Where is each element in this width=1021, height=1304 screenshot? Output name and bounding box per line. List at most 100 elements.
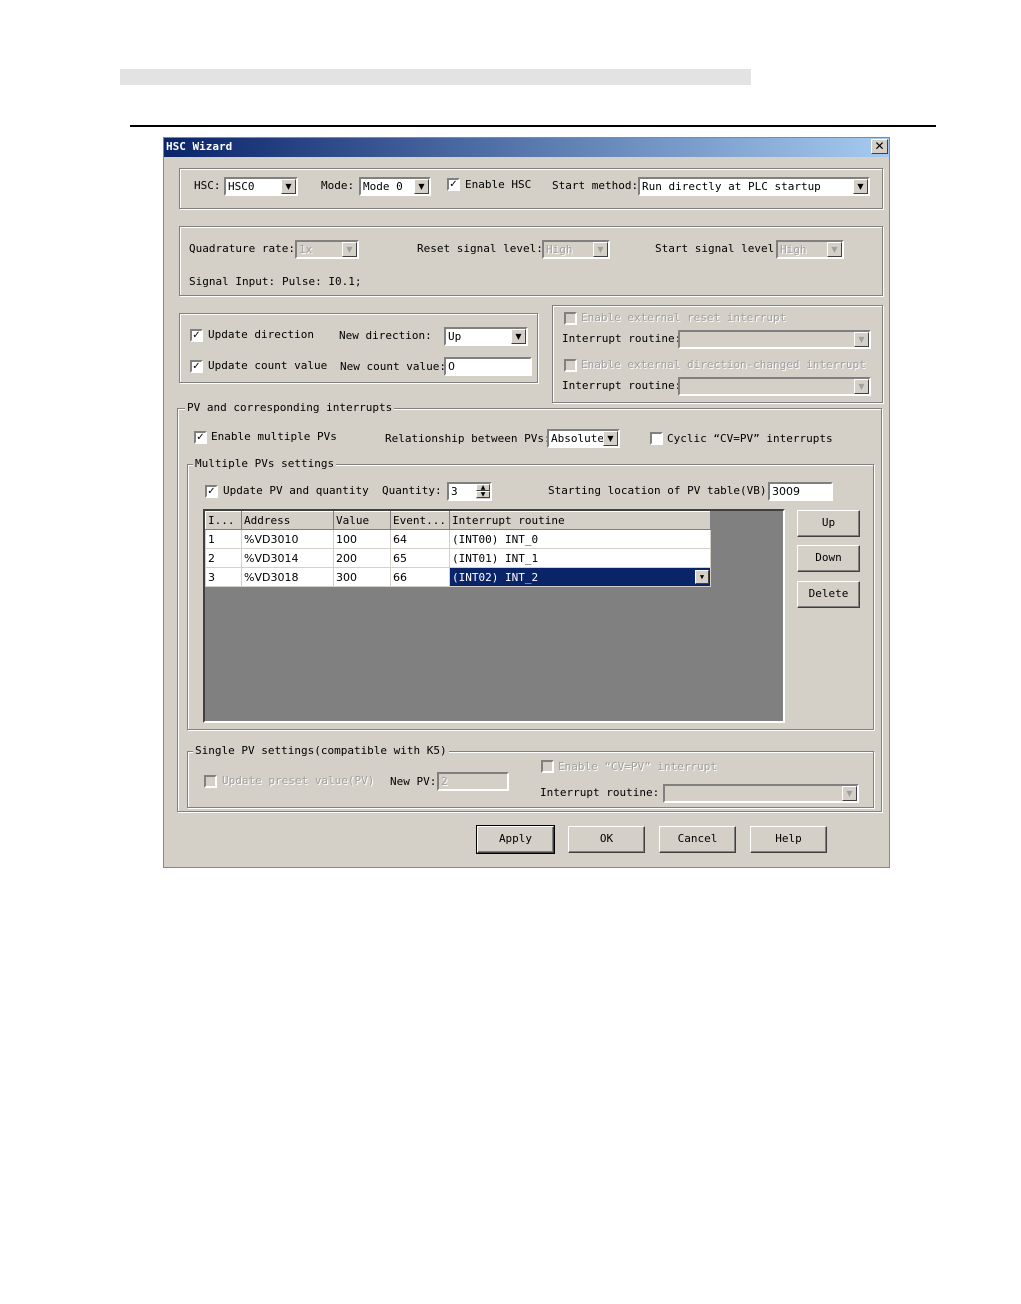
row-value[interactable]: 200 bbox=[333, 548, 391, 568]
chevron-down-icon: ▼ bbox=[842, 786, 857, 801]
direction-panel: ✓ Update direction New direction: Up ▼ ✓… bbox=[179, 313, 538, 383]
column-header-value[interactable]: Value bbox=[333, 511, 391, 530]
enable-multiple-pvs-label: Enable multiple PVs bbox=[211, 430, 337, 443]
document-header-bar bbox=[120, 69, 751, 85]
reset-level-select[interactable]: High ▼ bbox=[542, 240, 610, 259]
single-pv-group: Single PV settings(compatible with K5) U… bbox=[187, 744, 874, 808]
spin-down-icon[interactable]: ▼ bbox=[476, 491, 490, 498]
enable-hsc-label: Enable HSC bbox=[465, 178, 532, 191]
apply-button[interactable]: Apply bbox=[476, 825, 555, 854]
row-index[interactable]: 1 bbox=[205, 529, 242, 549]
quadrature-select[interactable]: 1x ▼ bbox=[295, 240, 359, 259]
row-routine-text: (INT02) INT_2 bbox=[452, 570, 539, 584]
table-row[interactable]: 2 %VD3014 200 65 (INT01) INT_1 bbox=[205, 548, 711, 568]
start-level-value: High bbox=[780, 243, 807, 256]
enable-multiple-pvs-checkbox[interactable]: ✓ bbox=[194, 431, 207, 444]
new-pv-label: New PV: bbox=[390, 775, 437, 788]
reset-level-value: High bbox=[546, 243, 573, 256]
cyclic-interrupt-checkbox[interactable] bbox=[650, 432, 663, 445]
new-direction-select[interactable]: Up ▼ bbox=[444, 327, 528, 346]
new-pv-value: 2 bbox=[441, 775, 448, 788]
enable-cv-interrupt-checkbox[interactable] bbox=[541, 760, 554, 773]
relationship-select[interactable]: Absolute ▼ bbox=[547, 429, 620, 448]
row-address[interactable]: %VD3014 bbox=[241, 548, 334, 568]
ok-button[interactable]: OK bbox=[568, 826, 645, 853]
row-routine-selected[interactable]: (INT02) INT_2 ▼ bbox=[449, 567, 711, 587]
row-index[interactable]: 2 bbox=[205, 548, 242, 568]
enable-hsc-checkbox[interactable]: ✓ bbox=[447, 178, 460, 191]
update-pv-checkbox[interactable]: ✓ bbox=[205, 485, 218, 498]
down-button[interactable]: Down bbox=[797, 545, 860, 572]
enable-direction-interrupt-label: Enable external direction-changed interr… bbox=[581, 358, 866, 371]
signal-input-label: Signal Input: bbox=[189, 275, 276, 288]
column-header-index[interactable]: I... bbox=[205, 511, 242, 530]
chevron-down-icon[interactable]: ▼ bbox=[695, 570, 709, 584]
enable-direction-interrupt-checkbox[interactable] bbox=[564, 359, 577, 372]
close-icon[interactable]: ✕ bbox=[871, 139, 888, 154]
update-preset-label: Update preset value(PV) bbox=[222, 774, 375, 787]
spin-buttons[interactable]: ▲ ▼ bbox=[476, 484, 490, 499]
cancel-button[interactable]: Cancel bbox=[659, 826, 736, 853]
start-location-label: Starting location of PV table(VB): bbox=[548, 484, 774, 497]
hsc-label: HSC: bbox=[194, 179, 221, 192]
pv-group: PV and corresponding interrupts ✓ Enable… bbox=[177, 401, 882, 812]
quadrature-label: Quadrature rate: bbox=[189, 242, 295, 255]
quantity-value: 3 bbox=[451, 485, 458, 498]
chevron-down-icon: ▼ bbox=[827, 242, 842, 257]
delete-button[interactable]: Delete bbox=[797, 581, 860, 608]
row-address[interactable]: %VD3010 bbox=[241, 529, 334, 549]
row-event[interactable]: 64 bbox=[390, 529, 450, 549]
signal-input-value: Pulse: I0.1; bbox=[282, 275, 362, 288]
row-routine[interactable]: (INT01) INT_1 bbox=[449, 548, 711, 568]
reset-level-label: Reset signal level: bbox=[417, 242, 543, 255]
start-location-input[interactable]: 3009 bbox=[768, 482, 833, 501]
help-button[interactable]: Help bbox=[750, 826, 827, 853]
update-count-checkbox[interactable]: ✓ bbox=[190, 360, 203, 373]
quantity-label: Quantity: bbox=[382, 484, 442, 497]
new-count-input[interactable]: 0 bbox=[444, 357, 532, 376]
update-preset-checkbox[interactable] bbox=[204, 775, 217, 788]
single-routine-select[interactable]: ▼ bbox=[663, 784, 859, 803]
column-header-event[interactable]: Event... bbox=[390, 511, 450, 530]
row-event[interactable]: 65 bbox=[390, 548, 450, 568]
new-count-value: 0 bbox=[448, 360, 455, 373]
mode-value: Mode 0 bbox=[363, 180, 403, 193]
row-routine[interactable]: (INT00) INT_0 bbox=[449, 529, 711, 549]
mode-select[interactable]: Mode 0 ▼ bbox=[359, 177, 431, 196]
window-title: HSC Wizard bbox=[166, 140, 233, 153]
column-header-routine[interactable]: Interrupt routine bbox=[449, 511, 711, 530]
column-header-address[interactable]: Address bbox=[241, 511, 334, 530]
row-value[interactable]: 100 bbox=[333, 529, 391, 549]
hsc-wizard-dialog: HSC Wizard ✕ HSC: HSC0 ▼ Mode: Mode 0 ▼ … bbox=[163, 137, 890, 868]
update-direction-checkbox[interactable]: ✓ bbox=[190, 329, 203, 342]
signal-panel: Quadrature rate: 1x ▼ Reset signal level… bbox=[179, 226, 883, 296]
chevron-down-icon: ▼ bbox=[853, 179, 868, 194]
enable-reset-interrupt-checkbox[interactable] bbox=[564, 312, 577, 325]
table-row[interactable]: 1 %VD3010 100 64 (INT00) INT_0 bbox=[205, 529, 711, 549]
hsc-select[interactable]: HSC0 ▼ bbox=[224, 177, 298, 196]
quadrature-value: 1x bbox=[299, 243, 313, 256]
up-button[interactable]: Up bbox=[797, 510, 860, 537]
spin-up-icon[interactable]: ▲ bbox=[476, 484, 490, 491]
row-address[interactable]: %VD3018 bbox=[241, 567, 334, 587]
start-level-select[interactable]: High ▼ bbox=[776, 240, 844, 259]
new-direction-label: New direction: bbox=[339, 329, 432, 342]
mode-label: Mode: bbox=[321, 179, 355, 192]
row-event[interactable]: 66 bbox=[390, 567, 450, 587]
pv-table[interactable]: I... Address Value Event... Interrupt ro… bbox=[203, 509, 785, 723]
hsc-value: HSC0 bbox=[228, 180, 255, 193]
chevron-down-icon: ▼ bbox=[414, 179, 429, 194]
new-pv-input[interactable]: 2 bbox=[437, 772, 509, 791]
relationship-label: Relationship between PVs: bbox=[385, 432, 551, 445]
quantity-stepper[interactable]: 3 ▲ ▼ bbox=[447, 482, 492, 501]
row-index[interactable]: 3 bbox=[205, 567, 242, 587]
relationship-value: Absolute bbox=[551, 432, 604, 445]
reset-routine-select[interactable]: ▼ bbox=[678, 330, 871, 349]
start-method-select[interactable]: Run directly at PLC startup ▼ bbox=[638, 177, 870, 196]
update-pv-label: Update PV and quantity bbox=[223, 484, 369, 497]
table-row-selected[interactable]: 3 %VD3018 300 66 (INT02) INT_2 ▼ bbox=[205, 567, 711, 587]
start-level-label: Start signal level: bbox=[655, 242, 781, 255]
direction-routine-select[interactable]: ▼ bbox=[678, 377, 871, 396]
row-value[interactable]: 300 bbox=[333, 567, 391, 587]
title-bar: HSC Wizard ✕ bbox=[164, 138, 889, 157]
